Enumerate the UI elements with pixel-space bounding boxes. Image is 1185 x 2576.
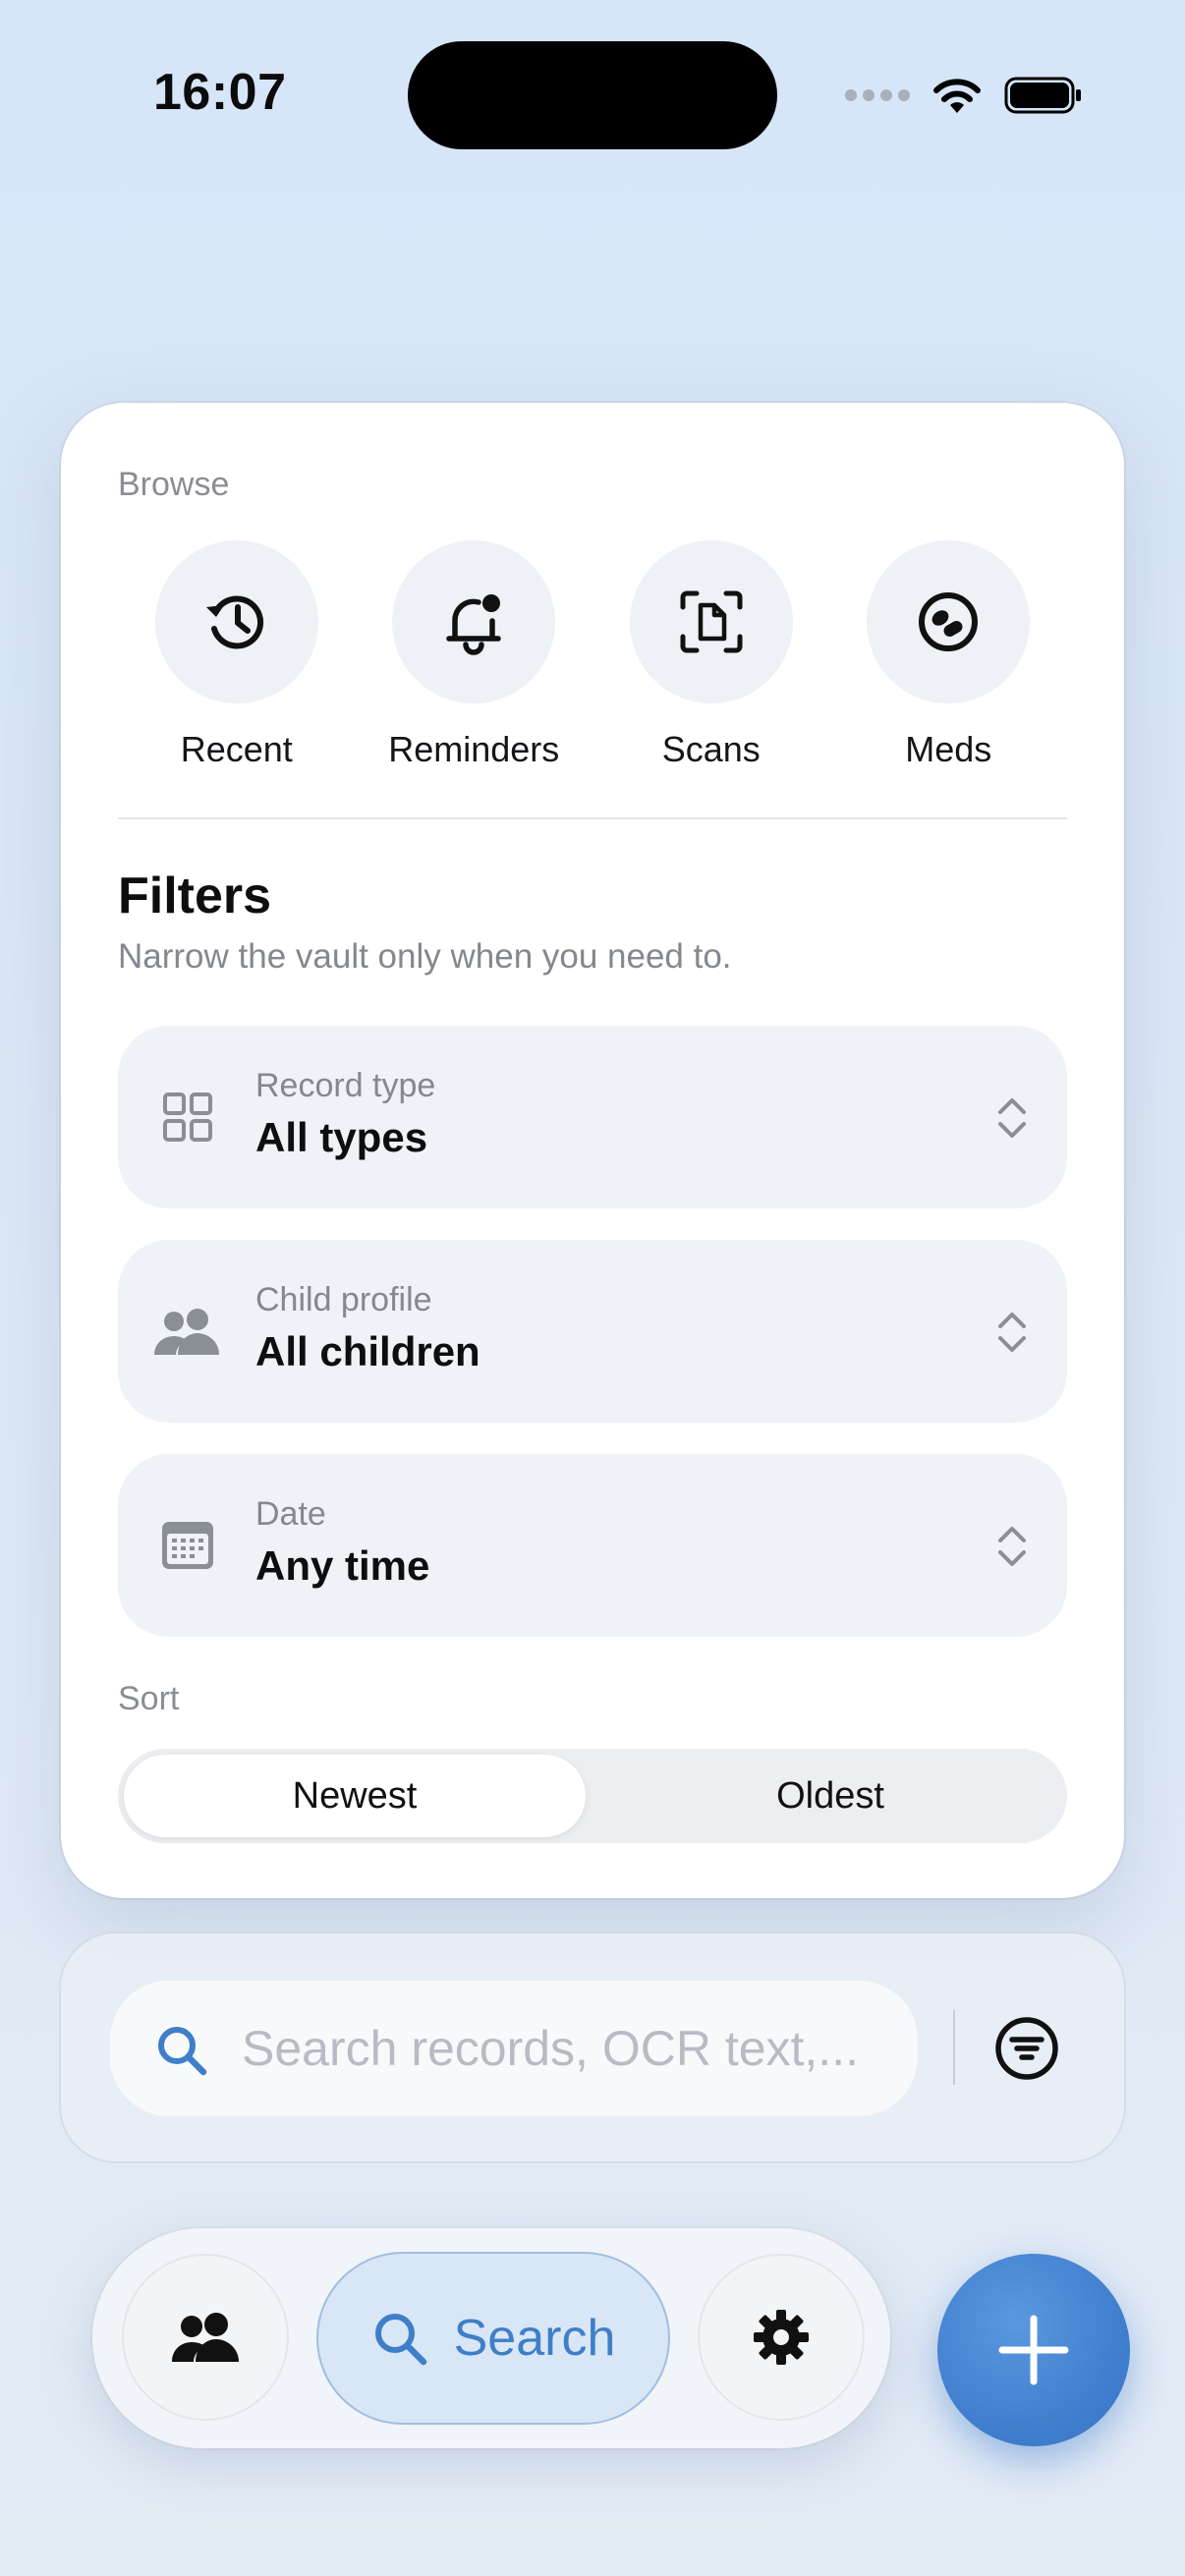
browse-reminders-button[interactable]: Reminders <box>356 540 593 770</box>
search-input[interactable] <box>242 2010 890 2087</box>
add-record-button[interactable] <box>937 2254 1130 2446</box>
browse-filter-card: Browse Recent Reminders Scans Meds Filte… <box>61 403 1124 1898</box>
sort-newest-option[interactable]: Newest <box>124 1755 586 1837</box>
people-icon <box>151 1301 222 1362</box>
search-separator <box>953 2010 955 2085</box>
browse-scans-label: Scans <box>661 729 761 769</box>
bell-badge-icon <box>446 594 501 655</box>
browse-scans-button[interactable]: Scans <box>592 540 830 770</box>
date-value: Any time <box>255 1542 430 1589</box>
search-panel <box>61 1933 1124 2161</box>
chevron-updown-icon <box>998 1313 1026 1352</box>
tab-search[interactable]: Search <box>318 2254 668 2423</box>
child-profile-select[interactable]: Child profile All children <box>118 1240 1067 1423</box>
browse-row: Recent Reminders Scans Meds <box>118 540 1067 770</box>
browse-recent-button[interactable]: Recent <box>118 540 356 770</box>
search-icon <box>374 2314 426 2366</box>
browse-meds-label: Meds <box>905 729 992 769</box>
browse-recent-label: Recent <box>180 729 293 769</box>
sort-label: Sort <box>118 1680 180 1717</box>
battery-icon <box>1004 77 1081 114</box>
browse-label: Browse <box>118 466 230 503</box>
wifi-icon <box>933 79 981 113</box>
sort-oldest-option[interactable]: Oldest <box>599 1755 1061 1837</box>
chevron-updown-icon <box>998 1098 1026 1138</box>
search-icon <box>158 2027 207 2076</box>
status-indicators <box>845 71 1083 120</box>
bottom-tab-bar: Search <box>92 2228 890 2448</box>
filters-subtitle: Narrow the vault only when you need to. <box>118 937 732 976</box>
record-type-select[interactable]: Record type All types <box>118 1026 1067 1208</box>
filter-list-icon[interactable] <box>994 2016 1059 2081</box>
date-caption: Date <box>255 1495 326 1533</box>
child-profile-value: All children <box>255 1328 480 1374</box>
browse-reminders-circle <box>392 540 556 703</box>
tab-profiles[interactable] <box>124 2256 287 2419</box>
pill-icon <box>919 592 979 651</box>
record-type-value: All types <box>255 1114 428 1160</box>
chevron-updown-icon <box>998 1527 1026 1566</box>
tab-settings[interactable] <box>700 2256 863 2419</box>
status-time: 16:07 <box>153 64 287 121</box>
child-profile-caption: Child profile <box>255 1281 432 1318</box>
gear-icon <box>754 2310 809 2365</box>
tab-search-label: Search <box>453 2310 616 2367</box>
dynamic-island <box>408 41 777 149</box>
browse-meds-button[interactable]: Meds <box>830 540 1068 770</box>
grid-icon <box>157 1087 218 1148</box>
cellular-signal-icon <box>845 89 910 101</box>
history-icon <box>205 595 263 649</box>
browse-meds-circle <box>867 540 1031 703</box>
people-icon <box>172 2313 239 2362</box>
browse-recent-circle <box>154 540 318 703</box>
browse-reminders-label: Reminders <box>388 729 560 769</box>
document-scan-icon <box>680 590 743 653</box>
plus-icon <box>998 2315 1069 2385</box>
date-select[interactable]: Date Any time <box>118 1454 1067 1637</box>
browse-scans-circle <box>629 540 793 703</box>
filters-title: Filters <box>118 868 272 924</box>
search-field[interactable] <box>110 1981 918 2116</box>
section-divider <box>118 817 1067 819</box>
sort-segmented-control: Newest Oldest <box>118 1749 1067 1843</box>
record-type-caption: Record type <box>255 1067 436 1104</box>
calendar-icon <box>157 1515 218 1576</box>
